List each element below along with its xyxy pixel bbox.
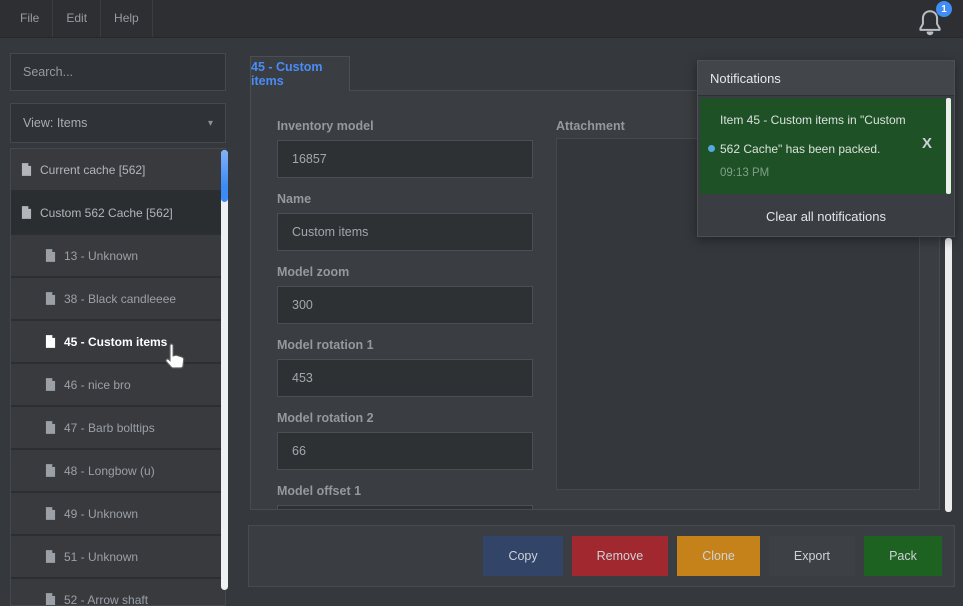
close-icon[interactable]: X (922, 135, 932, 152)
form-field: Name (277, 192, 533, 251)
list-item-label: 47 - Barb bolttips (64, 420, 155, 435)
list-item-label: 13 - Unknown (64, 248, 139, 263)
menu-bar: File Edit Help 1 (0, 0, 963, 38)
view-dropdown-label: View: Items (23, 116, 88, 130)
content-scrollbar[interactable] (945, 238, 952, 512)
field-label: Model zoom (277, 265, 350, 279)
list-item[interactable]: Custom 562 Cache [562] (11, 192, 225, 233)
file-icon (45, 292, 56, 305)
list-item-label: Custom 562 Cache [562] (40, 205, 173, 220)
menu-items: File Edit Help (7, 0, 153, 37)
field-label: Name (277, 192, 312, 206)
file-icon (21, 163, 32, 176)
field-label: Inventory model (277, 119, 374, 133)
field-label: Model rotation 1 (277, 338, 374, 352)
list-item[interactable]: 52 - Arrow shaft (11, 579, 225, 606)
field-input[interactable] (277, 213, 533, 251)
notifications-title: Notifications (698, 61, 954, 96)
item-form: Inventory model Name Model zoom Model ro… (277, 119, 533, 509)
list-item[interactable]: 49 - Unknown (11, 493, 225, 534)
clear-all-notifications-button[interactable]: Clear all notifications (698, 196, 954, 236)
action-button[interactable]: Pack (864, 536, 942, 576)
list-item-label: 52 - Arrow shaft (64, 592, 149, 606)
action-button[interactable]: Remove (571, 536, 669, 576)
list-item-label: 51 - Unknown (64, 549, 139, 564)
notifications-list: Item 45 - Custom items in "Custom 562 Ca… (698, 98, 954, 194)
field-input[interactable] (277, 359, 533, 397)
form-field: Model zoom (277, 265, 533, 324)
file-icon (45, 378, 56, 391)
form-field: Inventory model (277, 119, 533, 178)
list-item[interactable]: Current cache [562] (11, 149, 225, 190)
field-input[interactable] (277, 140, 533, 178)
file-icon (45, 593, 56, 605)
chevron-down-icon: ▾ (207, 117, 213, 129)
list-item[interactable]: 46 - nice bro (11, 364, 225, 405)
field-input[interactable] (277, 286, 533, 324)
field-label: Model offset 1 (277, 484, 362, 498)
list-item[interactable]: 13 - Unknown (11, 235, 225, 276)
notification-badge: 1 (936, 1, 952, 17)
list-item[interactable]: 48 - Longbow (u) (11, 450, 225, 491)
list-item-label: Current cache [562] (40, 162, 146, 177)
list-item[interactable]: 47 - Barb bolttips (11, 407, 225, 448)
attachment-label: Attachment (556, 119, 625, 133)
item-list: Current cache [562] Custom 562 Cache [56… (10, 148, 226, 606)
form-field: Model rotation 1 (277, 338, 533, 397)
action-button[interactable]: Clone (677, 536, 760, 576)
notifications-popup: Notifications Item 45 - Custom items in … (697, 60, 955, 237)
notification-scrollbar[interactable] (946, 98, 951, 194)
list-item-label: 49 - Unknown (64, 506, 139, 521)
file-icon (45, 507, 56, 520)
app-window: File Edit Help 1 View: Items ▾ Curr (0, 0, 963, 606)
search-input[interactable] (10, 53, 226, 91)
file-icon (45, 464, 56, 477)
tab-45-custom-items[interactable]: 45 - Custom items (250, 56, 350, 91)
action-button[interactable]: Export (768, 536, 855, 576)
menu-item[interactable]: File (7, 0, 54, 37)
list-item-label: 48 - Longbow (u) (64, 463, 155, 478)
file-icon (45, 421, 56, 434)
list-item[interactable]: 51 - Unknown (11, 536, 225, 577)
notification-bell-button[interactable]: 1 (912, 1, 952, 41)
list-item-label: 38 - Black candleeee (64, 291, 177, 306)
field-input[interactable] (277, 432, 533, 470)
form-field: Model offset 1 (277, 484, 533, 509)
form-field: Model rotation 2 (277, 411, 533, 470)
list-item-label: 45 - Custom items (64, 334, 168, 349)
menu-item[interactable]: Help (101, 0, 153, 37)
action-button[interactable]: Copy (483, 536, 563, 576)
file-icon (45, 550, 56, 563)
file-icon (21, 206, 32, 219)
file-icon (45, 335, 56, 348)
view-dropdown[interactable]: View: Items ▾ (10, 103, 226, 143)
field-label: Model rotation 2 (277, 411, 374, 425)
sidebar-scrollbar-thumb[interactable] (221, 150, 228, 202)
notification-item: Item 45 - Custom items in "Custom 562 Ca… (700, 98, 952, 194)
notification-message: Item 45 - Custom items in "Custom 562 Ca… (720, 113, 906, 156)
field-input[interactable] (277, 505, 533, 509)
list-item[interactable]: 38 - Black candleeee (11, 278, 225, 319)
menu-item[interactable]: Edit (53, 0, 102, 37)
sidebar-scrollbar-track[interactable] (221, 150, 228, 590)
notification-time: 09:13 PM (720, 167, 770, 179)
action-bar: Copy Remove Clone Export Pack (248, 525, 955, 587)
list-item-label: 46 - nice bro (64, 377, 131, 392)
file-icon (45, 249, 56, 262)
unread-dot-icon (708, 145, 715, 152)
list-item[interactable]: 45 - Custom items (11, 321, 225, 362)
